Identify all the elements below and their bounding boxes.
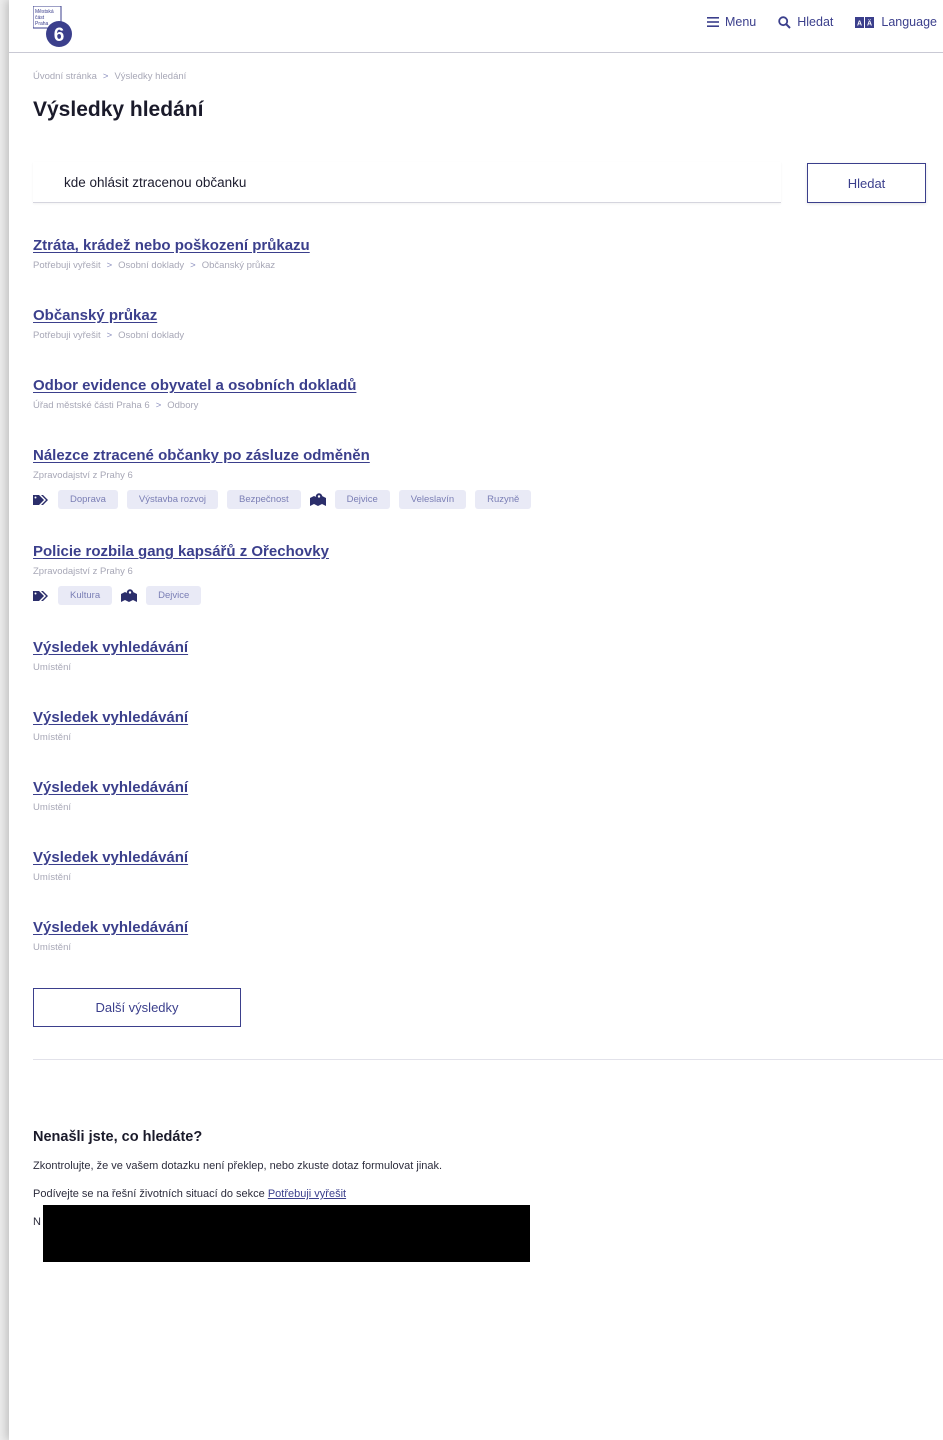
redaction-block [43,1205,530,1262]
search-nav-button[interactable]: Hledat [778,15,833,29]
logo-line-3: Praha [35,21,49,27]
result-path-item[interactable]: Úřad městské části Praha 6 [33,400,150,412]
result-path: Umístění [33,662,913,674]
search-result: Výsledek vyhledávání Umístění [33,919,913,954]
main-nav: Menu Hledat A Ä Language [706,15,937,29]
map-icon [121,589,138,602]
result-path-item[interactable]: Odbory [167,400,198,412]
result-path-item[interactable]: Osobní doklady [118,260,184,272]
svg-text:A: A [857,20,862,27]
path-separator: > [106,330,113,341]
result-title-link[interactable]: Výsledek vyhledávání [33,919,913,937]
result-title-link[interactable]: Policie rozbila gang kapsářů z Ořechovky [33,543,913,561]
help-section-link[interactable]: Potřebuji vyřešit [268,1188,346,1200]
menu-label: Menu [724,15,757,29]
topic-tag[interactable]: Kultura [58,586,113,605]
result-path-item[interactable]: Zpravodajství z Prahy 6 [33,566,133,578]
result-path: Potřebuji vyřešit > Osobní doklady [33,330,913,342]
result-path-item[interactable]: Umístění [33,872,71,884]
path-separator: > [155,400,162,411]
tag-icon [33,494,48,505]
topic-tag[interactable]: Bezpečnost [226,490,301,509]
breadcrumb-home-link[interactable]: Úvodní stránka [33,71,97,82]
result-title-link[interactable]: Občanský průkaz [33,307,913,325]
result-path: Zpravodajství z Prahy 6 [33,470,913,482]
section-divider [33,1059,943,1060]
result-path-item[interactable]: Potřebuji vyřešit [33,330,101,342]
search-result: Odbor evidence obyvatel a osobních dokla… [33,377,913,412]
search-result: Výsledek vyhledávání Umístění [33,849,913,884]
search-result: Policie rozbila gang kapsářů z Ořechovky… [33,543,913,605]
page-title: Výsledky hledání [33,98,204,121]
tag-icon [33,590,48,601]
logo-number: 6 [54,25,65,46]
breadcrumb-current: Výsledky hledání [114,71,187,82]
svg-text:Ä: Ä [867,19,872,27]
result-title-link[interactable]: Výsledek vyhledávání [33,849,913,867]
result-tags: Kultura Dejvice [33,586,913,605]
location-tag[interactable]: Dejvice [334,490,390,509]
search-result: Výsledek vyhledávání Umístění [33,639,913,674]
praha-6-logo[interactable]: Městská část Praha 6 [32,5,75,48]
search-nav-label: Hledat [797,15,834,29]
result-tags: Doprava Výstavba rozvoj Bezpečnost Dejvi… [33,490,913,509]
location-tag[interactable]: Dejvice [146,586,202,605]
more-results-button[interactable]: Další výsledky [33,988,241,1027]
menu-icon [706,17,719,27]
result-path: Zpravodajství z Prahy 6 [33,566,913,578]
result-path: Umístění [33,732,913,744]
map-icon [309,493,326,506]
result-path-item[interactable]: Občanský průkaz [202,260,275,272]
search-result: Nálezce ztracené občanky po zásluze odmě… [33,447,913,509]
page: Městská část Praha 6 Menu Hledat A Ä Lan… [9,0,943,1440]
result-path: Potřebuji vyřešit > Osobní doklady > Obč… [33,260,913,272]
result-title-link[interactable]: Výsledek vyhledávání [33,779,913,797]
topic-tag[interactable]: Výstavba rozvoj [126,490,218,509]
search-button[interactable]: Hledat [807,163,926,203]
site-header: Městská část Praha 6 Menu Hledat A Ä Lan… [9,0,943,53]
language-button[interactable]: A Ä Language [855,15,937,29]
result-path-item[interactable]: Umístění [33,732,71,744]
menu-button[interactable]: Menu [706,15,757,29]
language-icon: A Ä [855,16,875,28]
result-title-link[interactable]: Výsledek vyhledávání [33,709,913,727]
result-path-item[interactable]: Umístění [33,942,71,954]
topic-tag[interactable]: Doprava [58,490,118,509]
help-text-section: Podívejte se na řešní životních situací … [33,1188,346,1200]
result-title-link[interactable]: Nálezce ztracené občanky po zásluze odmě… [33,447,913,465]
help-title: Nenašli jste, co hledáte? [33,1129,203,1145]
result-path-item[interactable]: Zpravodajství z Prahy 6 [33,470,133,482]
help-text-typo: Zkontrolujte, že ve vašem dotazku není p… [33,1160,443,1172]
breadcrumb-separator: > [102,71,109,82]
path-separator: > [190,260,196,271]
result-path: Umístění [33,802,913,814]
result-title-link[interactable]: Výsledek vyhledávání [33,639,913,657]
search-result: Občanský průkaz Potřebuji vyřešit > Osob… [33,307,913,342]
result-path-item[interactable]: Potřebuji vyřešit [33,260,101,272]
path-separator: > [106,260,113,271]
search-input[interactable] [33,162,781,203]
result-title-link[interactable]: Odbor evidence obyvatel a osobních dokla… [33,377,913,395]
result-path: Umístění [33,942,913,954]
location-tag[interactable]: Ruzyně [475,490,532,509]
result-title-link[interactable]: Ztráta, krádež nebo poškození průkazu [33,237,913,255]
language-label: Language [881,15,937,29]
breadcrumb: Úvodní stránka > Výsledky hledání [33,71,186,82]
search-icon [778,15,791,29]
search-result: Ztráta, krádež nebo poškození průkazu Po… [33,237,913,272]
result-path: Umístění [33,872,913,884]
search-result: Výsledek vyhledávání Umístění [33,779,913,814]
result-path-item[interactable]: Umístění [33,802,71,814]
result-path-item[interactable]: Umístění [33,662,71,674]
result-path: Úřad městské části Praha 6 > Odbory [33,400,913,412]
location-tag[interactable]: Veleslavín [398,490,467,509]
help-text-prefix: Podívejte se na řešní životních situací … [33,1188,265,1200]
help-text-partial: N [33,1216,41,1228]
result-path-item[interactable]: Osobní doklady [118,330,184,342]
logo-graphic: Městská část Praha 6 [32,5,72,47]
search-result: Výsledek vyhledávání Umístění [33,709,913,744]
